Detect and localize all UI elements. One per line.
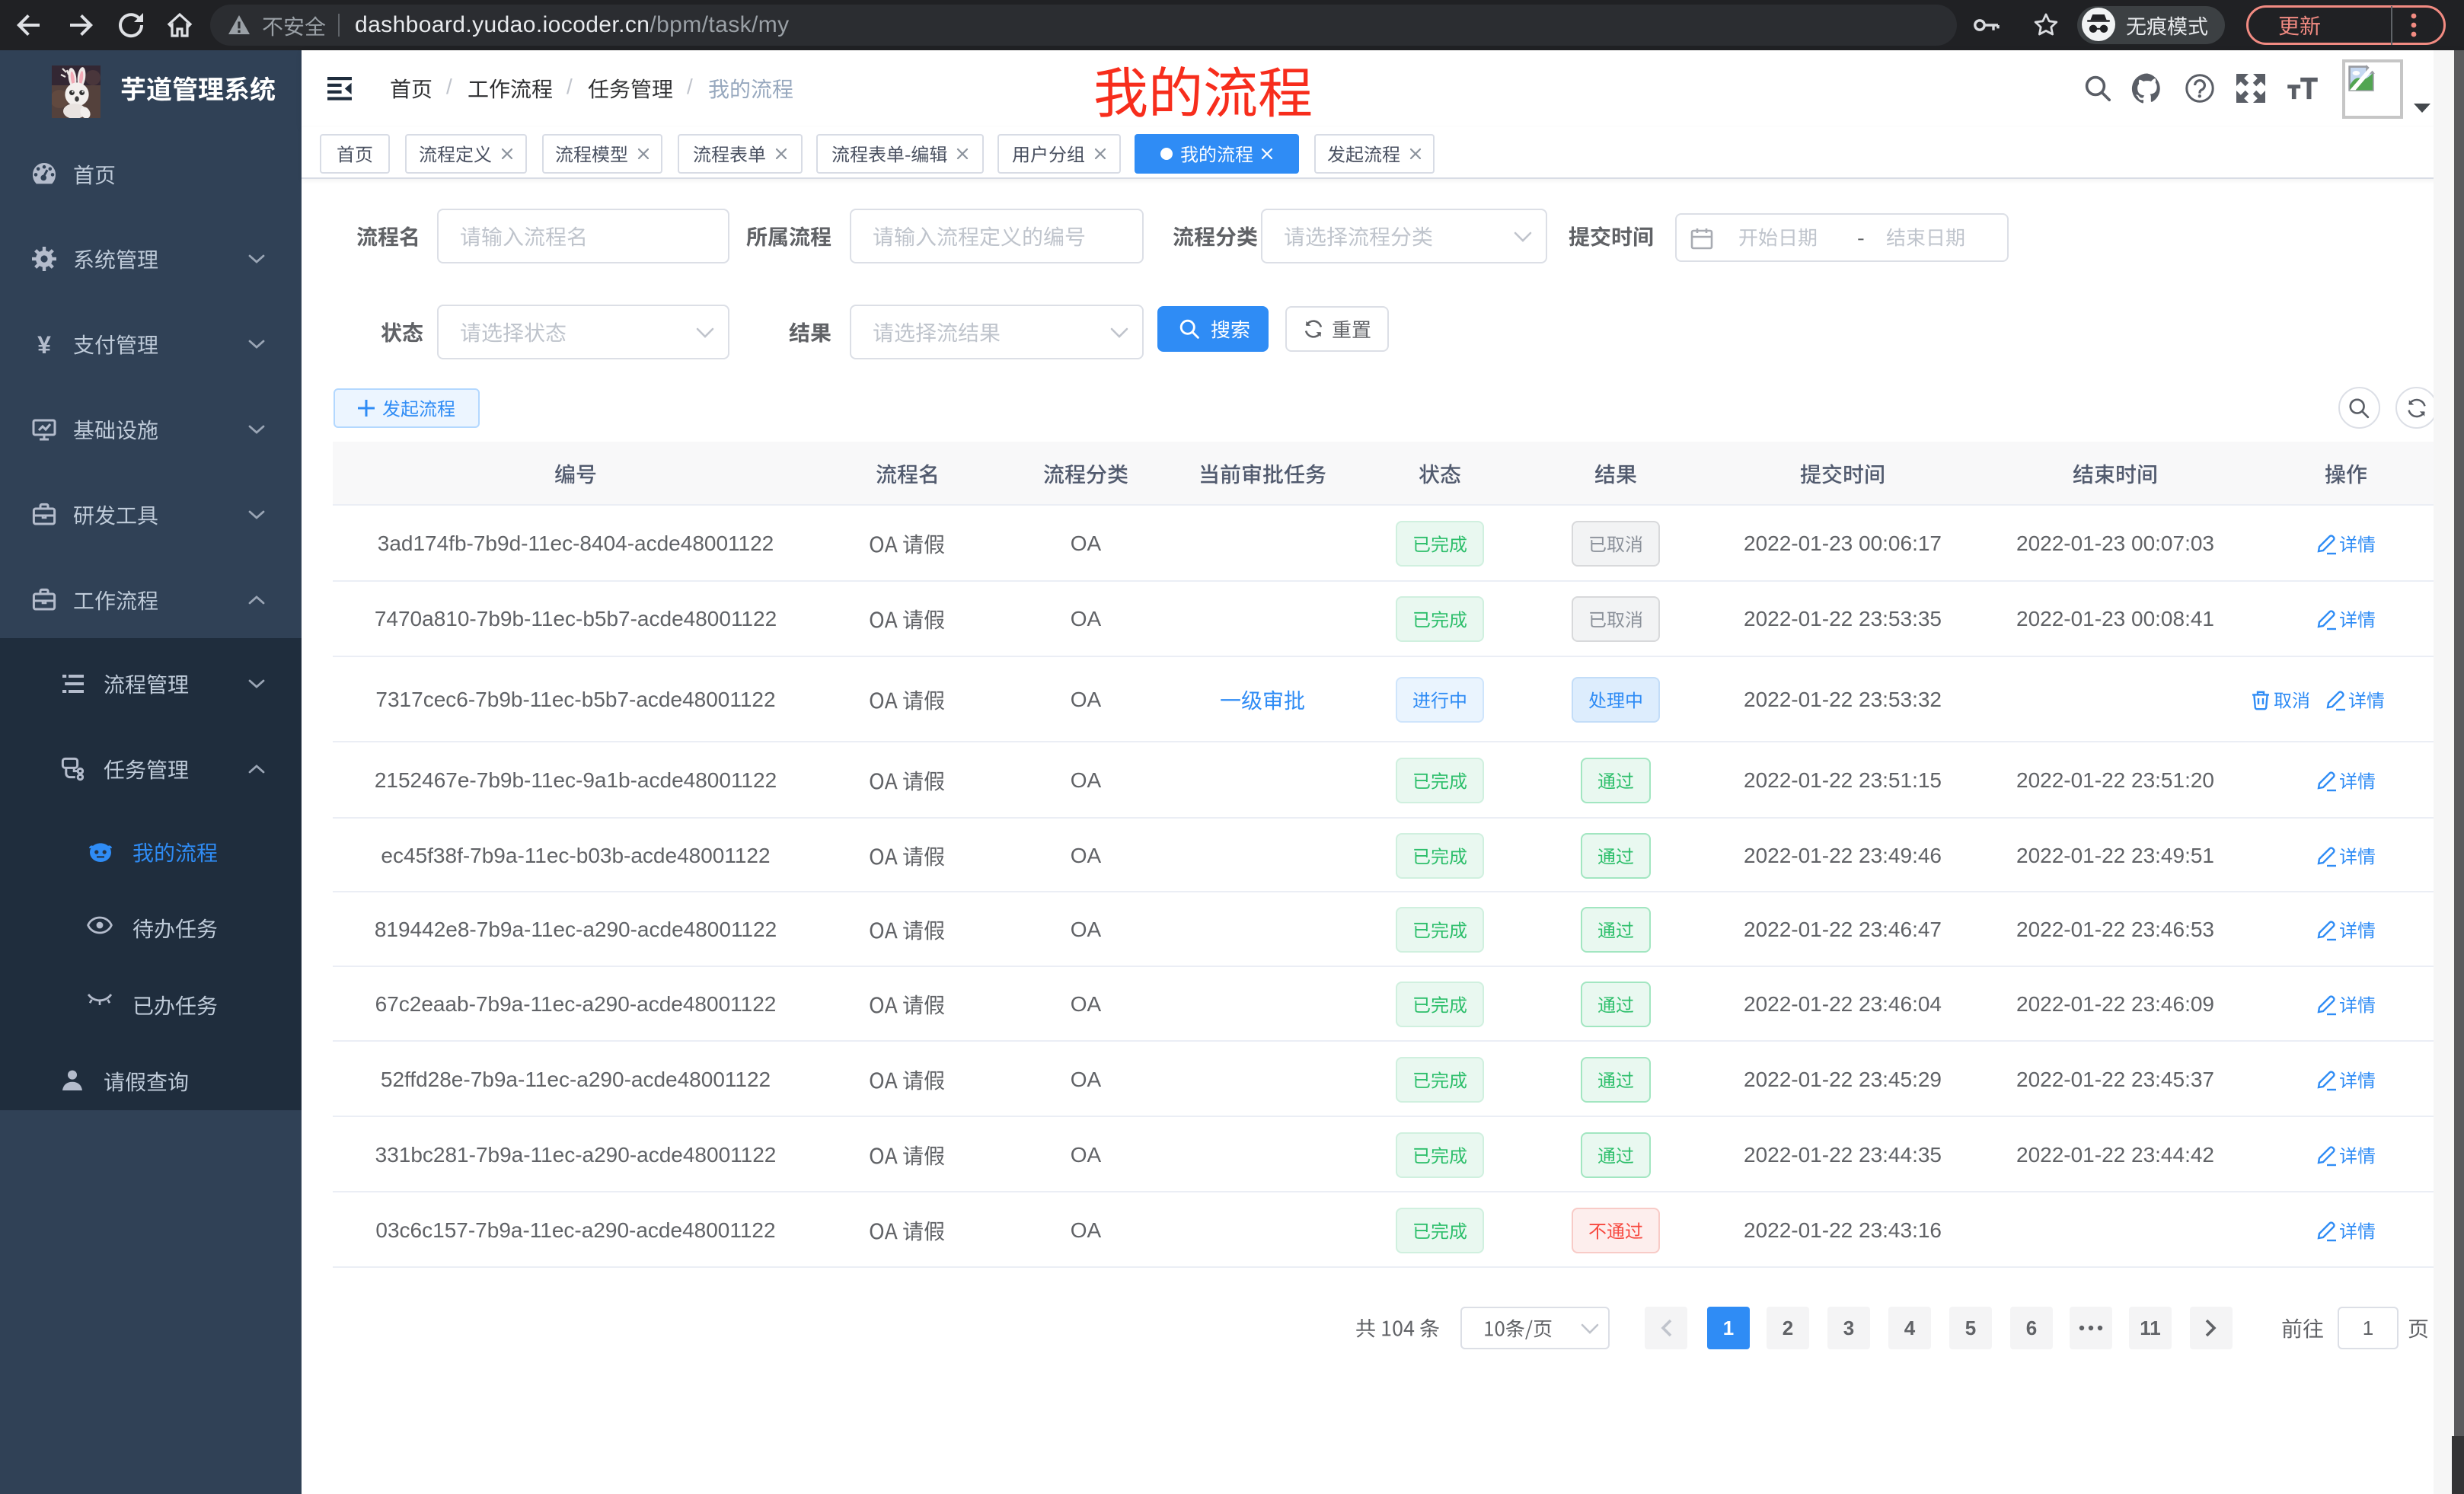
- svg-text:¥: ¥: [37, 331, 51, 359]
